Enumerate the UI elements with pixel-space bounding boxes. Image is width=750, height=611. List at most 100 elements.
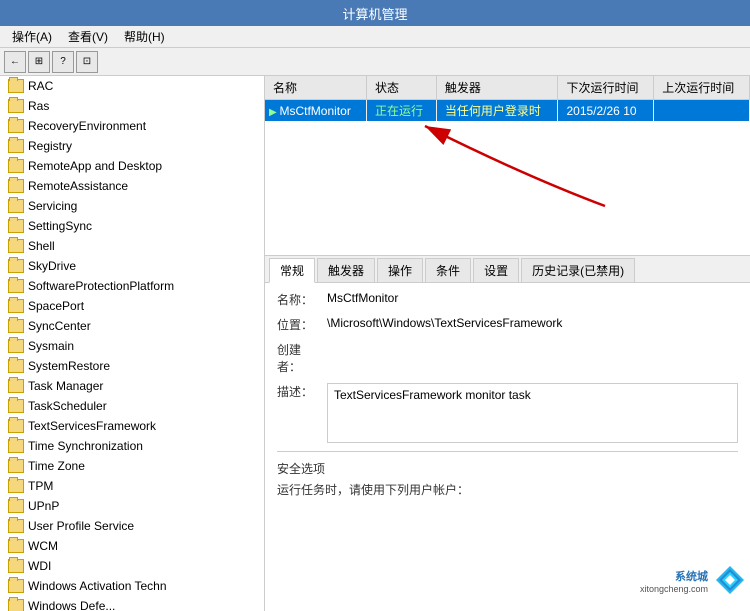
tree-item-label: TaskScheduler — [28, 399, 107, 413]
tab-触发器[interactable]: 触发器 — [317, 258, 375, 282]
tree-item[interactable]: Time Synchronization — [0, 436, 264, 456]
folder-icon — [8, 399, 24, 413]
tree-item-label: Ras — [28, 99, 49, 113]
row-icon-cell: ▶ MsCtfMonitor — [265, 100, 366, 122]
tree-item[interactable]: RAC — [0, 76, 264, 96]
folder-icon — [8, 259, 24, 273]
tab-历史记录(已禁用)[interactable]: 历史记录(已禁用) — [521, 258, 635, 282]
task-status-icon: ▶ — [269, 107, 279, 118]
detail-author-row: 创建者： — [277, 341, 738, 375]
menu-item-action[interactable]: 操作(A) — [4, 26, 60, 47]
window-title: 计算机管理 — [342, 7, 407, 22]
row-last-run — [654, 100, 750, 122]
tree-item[interactable]: Ras — [0, 96, 264, 116]
col-last-run: 上次运行时间 — [654, 76, 750, 100]
tree-item[interactable]: SoftwareProtectionPlatform — [0, 276, 264, 296]
tree-item[interactable]: TaskScheduler — [0, 396, 264, 416]
tabs-bar: 常规触发器操作条件设置历史记录(已禁用) — [265, 256, 750, 283]
name-label: 名称： — [277, 291, 327, 308]
back-button[interactable]: ← — [4, 51, 26, 73]
folder-icon — [8, 279, 24, 293]
tree-item-label: Task Manager — [28, 379, 103, 393]
grid-button[interactable]: ⊞ — [28, 51, 50, 73]
tree-item-label: UPnP — [28, 499, 59, 513]
tree-item-label: SystemRestore — [28, 359, 110, 373]
tree-item-label: TPM — [28, 479, 53, 493]
tree-item-label: Shell — [28, 239, 55, 253]
row-next-run: 2015/2/26 10 — [558, 100, 654, 122]
menu-item-view[interactable]: 查看(V) — [60, 26, 116, 47]
tree-item[interactable]: SettingSync — [0, 216, 264, 236]
tree-item-label: SkyDrive — [28, 259, 76, 273]
tree-item[interactable]: SyncCenter — [0, 316, 264, 336]
menu-bar: 操作(A) 查看(V) 帮助(H) — [0, 26, 750, 48]
tree-item[interactable]: UPnP — [0, 496, 264, 516]
menu-item-help[interactable]: 帮助(H) — [116, 26, 173, 47]
folder-icon — [8, 359, 24, 373]
folder-icon — [8, 239, 24, 253]
security-header: 安全选项 — [277, 460, 738, 477]
col-next-run: 下次运行时间 — [558, 76, 654, 100]
tab-条件[interactable]: 条件 — [425, 258, 471, 282]
folder-icon — [8, 599, 24, 611]
detail-content: 名称： MsCtfMonitor 位置： \Microsoft\Windows\… — [265, 283, 750, 611]
tree-item[interactable]: TextServicesFramework — [0, 416, 264, 436]
tree-item-label: Windows Activation Techn — [28, 579, 167, 593]
tree-item[interactable]: RemoteApp and Desktop — [0, 156, 264, 176]
folder-icon — [8, 219, 24, 233]
tree-item[interactable]: Task Manager — [0, 376, 264, 396]
folder-icon — [8, 199, 24, 213]
row-trigger: 当任何用户登录时 — [436, 100, 558, 122]
tree-item[interactable]: SpacePort — [0, 296, 264, 316]
tree-item[interactable]: User Profile Service — [0, 516, 264, 536]
task-table: 名称 状态 触发器 下次运行时间 上次运行时间 ▶ MsCtfMonitor正在… — [265, 76, 750, 121]
tree-item-label: WDI — [28, 559, 51, 573]
author-label: 创建者： — [277, 341, 327, 375]
table-row[interactable]: ▶ MsCtfMonitor正在运行当任何用户登录时2015/2/26 10 — [265, 100, 750, 122]
folder-icon — [8, 419, 24, 433]
detail-location-row: 位置： \Microsoft\Windows\TextServicesFrame… — [277, 316, 738, 333]
security-section: 安全选项 运行任务时，请使用下列用户帐户： — [277, 451, 738, 498]
tree-item[interactable]: SystemRestore — [0, 356, 264, 376]
detail-desc-row: 描述： TextServicesFramework monitor task — [277, 383, 738, 443]
tree-item-label: User Profile Service — [28, 519, 134, 533]
tree-item-label: Time Zone — [28, 459, 85, 473]
folder-icon — [8, 299, 24, 313]
tree-item[interactable]: WDI — [0, 556, 264, 576]
col-trigger: 触发器 — [436, 76, 558, 100]
tab-设置[interactable]: 设置 — [473, 258, 519, 282]
tree-item-label: RAC — [28, 79, 53, 93]
tree-item-label: SpacePort — [28, 299, 84, 313]
table-header-row: 名称 状态 触发器 下次运行时间 上次运行时间 — [265, 76, 750, 100]
folder-icon — [8, 479, 24, 493]
tree-item[interactable]: Shell — [0, 236, 264, 256]
help-button[interactable]: ? — [52, 51, 74, 73]
tree-item[interactable]: RemoteAssistance — [0, 176, 264, 196]
tree-item[interactable]: WCM — [0, 536, 264, 556]
tree-item[interactable]: Time Zone — [0, 456, 264, 476]
tree-item-label: SettingSync — [28, 219, 92, 233]
location-value: \Microsoft\Windows\TextServicesFramework — [327, 316, 738, 330]
tree-item[interactable]: SkyDrive — [0, 256, 264, 276]
task-table-area: 名称 状态 触发器 下次运行时间 上次运行时间 ▶ MsCtfMonitor正在… — [265, 76, 750, 256]
tree-item-label: RemoteAssistance — [28, 179, 128, 193]
window-button[interactable]: ⊡ — [76, 51, 98, 73]
folder-icon — [8, 139, 24, 153]
folder-icon — [8, 99, 24, 113]
tree-item[interactable]: Sysmain — [0, 336, 264, 356]
tree-item-label: Registry — [28, 139, 72, 153]
tree-item[interactable]: Windows Defe... — [0, 596, 264, 611]
tree-item[interactable]: Registry — [0, 136, 264, 156]
tree-item[interactable]: TPM — [0, 476, 264, 496]
folder-icon — [8, 179, 24, 193]
tree-item-label: Servicing — [28, 199, 77, 213]
tree-item[interactable]: Servicing — [0, 196, 264, 216]
folder-icon — [8, 119, 24, 133]
tab-常规[interactable]: 常规 — [269, 258, 315, 283]
folder-icon — [8, 379, 24, 393]
tree-item[interactable]: Windows Activation Techn — [0, 576, 264, 596]
tree-item-label: Sysmain — [28, 339, 74, 353]
tree-item[interactable]: RecoveryEnvironment — [0, 116, 264, 136]
tab-操作[interactable]: 操作 — [377, 258, 423, 282]
detail-name-row: 名称： MsCtfMonitor — [277, 291, 738, 308]
